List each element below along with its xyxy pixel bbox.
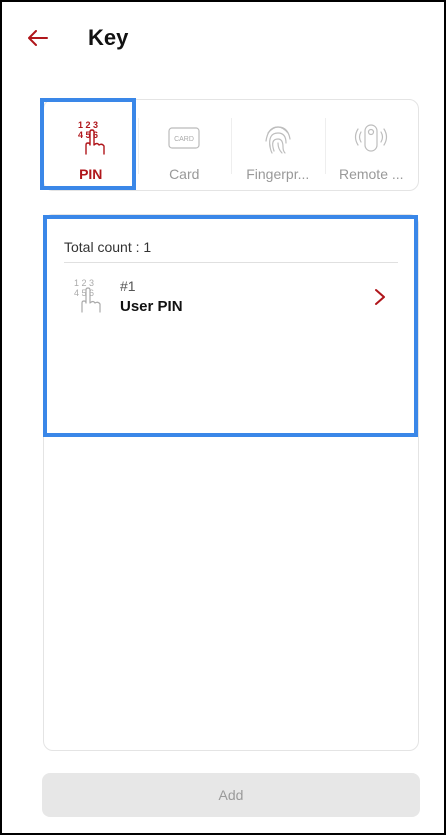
svg-text:CARD: CARD [174,136,194,143]
key-type-tabs: 1 2 3 4 5 6 PIN CARD Card Fingerpr... Re… [43,99,419,191]
svg-text:4 5 6: 4 5 6 [74,288,94,298]
pin-keypad-icon: 1 2 3 4 5 6 [78,120,105,155]
back-button[interactable] [24,24,52,52]
tab-pin[interactable]: 1 2 3 4 5 6 PIN [44,100,138,190]
card-icon: CARD [168,127,200,149]
tab-label-fingerprint: Fingerpr... [246,166,310,182]
svg-text:1 2 3: 1 2 3 [78,120,98,130]
list-divider [64,262,398,263]
top-bar: Key [0,0,446,80]
pin-keypad-icon: 1 2 3 4 5 6 [74,278,101,313]
fingerprint-icon [265,126,291,154]
tab-label-pin: PIN [79,166,103,182]
svg-text:4 5 6: 4 5 6 [78,130,98,140]
total-count-label: Total count : 1 [64,239,152,255]
chevron-right-icon [375,289,385,305]
page-title: Key [88,25,129,50]
tab-remote[interactable]: Remote ... [324,100,419,190]
add-button[interactable]: Add [42,773,420,817]
item-number: #1 [120,278,136,294]
svg-text:1 2 3: 1 2 3 [74,278,94,288]
arrow-left-icon [28,30,48,46]
tab-fingerprint[interactable]: Fingerpr... [231,100,325,190]
list-item[interactable]: 1 2 3 4 5 6 #1 User PIN [64,270,398,326]
tab-card[interactable]: CARD Card [137,100,232,190]
tab-label-remote: Remote ... [338,166,404,182]
item-name: User PIN [120,298,183,315]
remote-icon [355,124,388,152]
tab-label-card: Card [169,166,200,182]
